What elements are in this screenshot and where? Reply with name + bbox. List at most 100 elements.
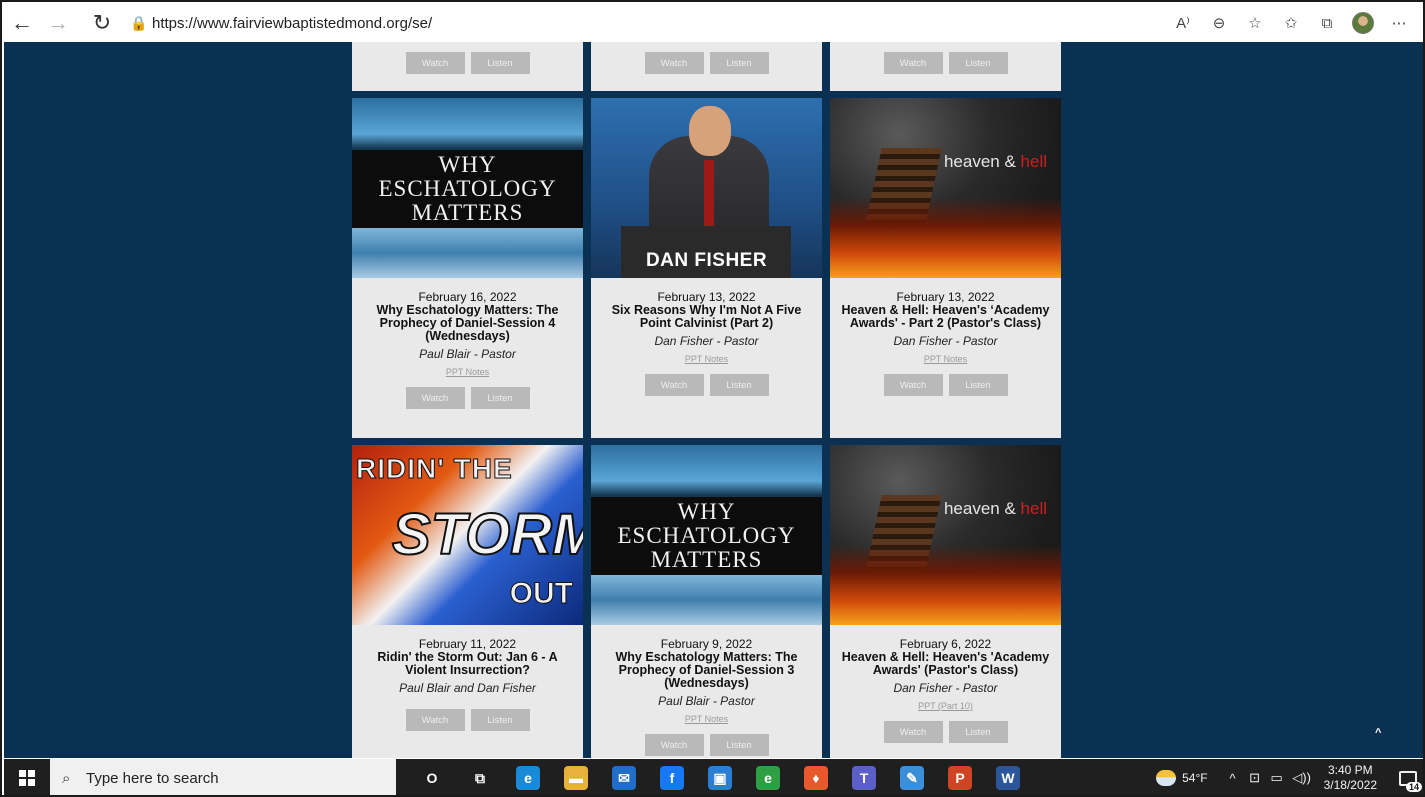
- sermon-thumbnail[interactable]: heaven & hell: [830, 98, 1061, 278]
- read-aloud-icon[interactable]: A⁾: [1165, 7, 1201, 39]
- notes-button[interactable]: ✎: [888, 759, 936, 795]
- watch-button[interactable]: Watch: [644, 734, 704, 756]
- url-text[interactable]: https://www.fairviewbaptistedmond.org/se…: [152, 15, 432, 32]
- refresh-icon[interactable]: ↻: [84, 5, 120, 41]
- task-view-icon: ⧉: [468, 766, 492, 790]
- word-icon: W: [996, 766, 1020, 790]
- watch-button[interactable]: Watch: [405, 709, 465, 731]
- page-viewport[interactable]: Watch Listen Watch Listen Watch Listen W…: [4, 42, 1423, 758]
- sermon-speaker: Paul Blair - Pastor: [419, 347, 516, 361]
- taskbar-search[interactable]: ⌕ Type here to search: [50, 759, 396, 795]
- ppt-notes-link[interactable]: PPT Notes: [591, 714, 822, 724]
- chevron-up-icon[interactable]: ^: [1222, 771, 1244, 786]
- edge-button[interactable]: e: [504, 759, 552, 795]
- sermon-title[interactable]: Why Eschatology Matters: The Prophecy of…: [352, 304, 583, 343]
- start-button[interactable]: [4, 759, 50, 795]
- watch-button[interactable]: Watch: [883, 52, 943, 74]
- more-icon[interactable]: ⋯: [1381, 7, 1417, 39]
- sermon-thumbnail[interactable]: WHY ESCHATOLOGY MATTERS: [352, 98, 583, 278]
- sermon-speaker: Dan Fisher - Pastor: [893, 334, 998, 348]
- network-icon[interactable]: ⊡: [1244, 770, 1266, 786]
- thumbnail-title: WHY ESCHATOLOGY MATTERS: [591, 497, 822, 575]
- sermon-date: February 16, 2022: [418, 290, 517, 304]
- ppt-notes-link[interactable]: PPT Notes: [591, 354, 822, 364]
- watch-button[interactable]: Watch: [883, 374, 943, 396]
- sermon-speaker: Dan Fisher - Pastor: [654, 334, 759, 348]
- weather-widget[interactable]: 54°F: [1156, 770, 1208, 786]
- listen-button[interactable]: Listen: [948, 721, 1008, 743]
- watch-button[interactable]: Watch: [405, 52, 465, 74]
- address-bar[interactable]: 🔒 https://www.fairviewbaptistedmond.org/…: [130, 8, 1090, 38]
- browser-toolbar: ← → ↻ 🔒 https://www.fairviewbaptistedmon…: [4, 4, 1423, 42]
- clock-time: 3:40 PM: [1327, 763, 1373, 777]
- favorites-icon[interactable]: ✩: [1273, 7, 1309, 39]
- listen-button[interactable]: Listen: [709, 734, 769, 756]
- edge-dev-button[interactable]: e: [744, 759, 792, 795]
- task-view-button[interactable]: ⧉: [456, 759, 504, 795]
- sermon-speaker: Paul Blair - Pastor: [658, 694, 755, 708]
- word-button[interactable]: W: [984, 759, 1032, 795]
- cortana-button[interactable]: O: [408, 759, 456, 795]
- edge-dev-icon: e: [756, 766, 780, 790]
- sermon-title[interactable]: Ridin' the Storm Out: Jan 6 - A Violent …: [352, 651, 583, 677]
- watch-button[interactable]: Watch: [644, 374, 704, 396]
- watch-button[interactable]: Watch: [644, 52, 704, 74]
- sermon-thumbnail[interactable]: heaven & hell: [830, 445, 1061, 625]
- forward-icon[interactable]: →: [40, 5, 76, 41]
- sermon-card-partial: Watch Listen: [830, 42, 1061, 91]
- sermon-thumbnail[interactable]: WHY ESCHATOLOGY MATTERS: [591, 445, 822, 625]
- brave-button[interactable]: ♦: [792, 759, 840, 795]
- store-icon: ▣: [708, 766, 732, 790]
- sermon-title[interactable]: Why Eschatology Matters: The Prophecy of…: [591, 651, 822, 690]
- powerpoint-icon: P: [948, 766, 972, 790]
- listen-button[interactable]: Listen: [470, 387, 530, 409]
- teams-button[interactable]: T: [840, 759, 888, 795]
- brave-icon: ♦: [804, 766, 828, 790]
- mail-button[interactable]: ✉: [600, 759, 648, 795]
- pinned-apps: O ⧉ e ▬ ✉ f ▣ e ♦ T ✎ P W: [408, 759, 1032, 795]
- clock[interactable]: 3:40 PM 3/18/2022: [1324, 763, 1377, 793]
- volume-icon[interactable]: ◁)): [1288, 770, 1316, 786]
- collections-icon[interactable]: ⧉: [1309, 7, 1345, 39]
- notification-button[interactable]: 14: [1391, 759, 1423, 795]
- battery-icon[interactable]: ▭: [1266, 770, 1288, 786]
- thumbnail-title: heaven & hell: [943, 152, 1047, 171]
- profile-icon[interactable]: [1345, 7, 1381, 39]
- ppt-notes-link[interactable]: PPT (Part 10): [830, 701, 1061, 711]
- sermon-card: RIDIN' THE STORM OUT February 11, 2022 R…: [352, 445, 583, 758]
- zoom-icon[interactable]: ⊖: [1201, 7, 1237, 39]
- sermon-title[interactable]: Heaven & Hell: Heaven's ‘Academy Awards'…: [830, 304, 1061, 330]
- sermon-speaker: Dan Fisher - Pastor: [893, 681, 998, 695]
- sermon-title[interactable]: Six Reasons Why I'm Not A Five Point Cal…: [591, 304, 822, 330]
- listen-button[interactable]: Listen: [470, 52, 530, 74]
- notes-icon: ✎: [900, 766, 924, 790]
- ppt-notes-link[interactable]: PPT Notes: [352, 367, 583, 377]
- sermon-thumbnail[interactable]: RIDIN' THE STORM OUT: [352, 445, 583, 625]
- powerpoint-button[interactable]: P: [936, 759, 984, 795]
- listen-button[interactable]: Listen: [709, 374, 769, 396]
- listen-button[interactable]: Listen: [948, 374, 1008, 396]
- clock-date: 3/18/2022: [1323, 778, 1377, 792]
- add-favorite-icon[interactable]: ☆: [1237, 7, 1273, 39]
- ppt-notes-link[interactable]: PPT Notes: [830, 354, 1061, 364]
- sermon-thumbnail[interactable]: DAN FISHER: [591, 98, 822, 278]
- back-icon[interactable]: ←: [4, 5, 40, 41]
- sermon-title[interactable]: Heaven & Hell: Heaven's 'Academy Awards'…: [830, 651, 1061, 677]
- facebook-icon: f: [660, 766, 684, 790]
- thumbnail-title: WHY ESCHATOLOGY MATTERS: [352, 150, 583, 228]
- scroll-to-top-button[interactable]: ^: [1375, 727, 1381, 739]
- sermon-date: February 11, 2022: [418, 637, 517, 651]
- store-button[interactable]: ▣: [696, 759, 744, 795]
- sermon-card: heaven & hell February 6, 2022 Heaven & …: [830, 445, 1061, 758]
- listen-button[interactable]: Listen: [948, 52, 1008, 74]
- thumbnail-title: OUT: [509, 577, 573, 611]
- file-explorer-button[interactable]: ▬: [552, 759, 600, 795]
- listen-button[interactable]: Listen: [470, 709, 530, 731]
- sermon-date: February 13, 2022: [657, 290, 756, 304]
- facebook-button[interactable]: f: [648, 759, 696, 795]
- watch-button[interactable]: Watch: [883, 721, 943, 743]
- listen-button[interactable]: Listen: [709, 52, 769, 74]
- sermon-speaker: Paul Blair and Dan Fisher: [399, 681, 536, 695]
- file-explorer-icon: ▬: [564, 766, 588, 790]
- watch-button[interactable]: Watch: [405, 387, 465, 409]
